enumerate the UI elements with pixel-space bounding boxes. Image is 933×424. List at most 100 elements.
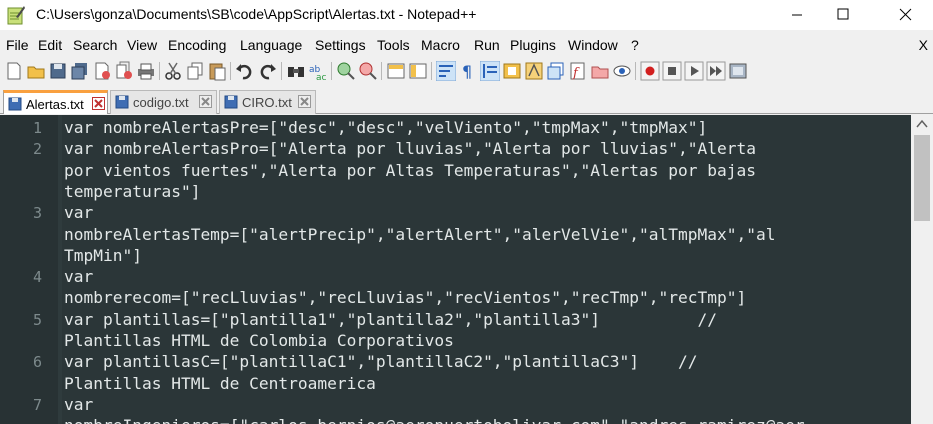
zoom-in-icon[interactable] <box>336 61 356 81</box>
stop-record-icon[interactable] <box>662 61 682 81</box>
tab-label: CIRO.txt <box>242 95 292 110</box>
toolbar-separator <box>381 62 382 80</box>
close-window-icon[interactable] <box>882 0 928 30</box>
code-line[interactable]: nombreAlertasTemp=["alertPrecip","alertA… <box>64 225 775 244</box>
doc-map-icon[interactable] <box>502 61 522 81</box>
toolbar-separator <box>431 62 432 80</box>
replace-icon[interactable]: abac <box>308 61 328 81</box>
toolbar-separator <box>281 62 282 80</box>
monitoring-icon[interactable]: f <box>568 61 588 81</box>
code-line[interactable]: temperaturas"] <box>64 182 200 201</box>
toolbar-separator <box>159 62 160 80</box>
print-icon[interactable] <box>136 61 156 81</box>
menu-run[interactable]: Run <box>474 37 500 53</box>
notepad-plus-plus-logo-icon <box>7 6 25 25</box>
undo-icon[interactable] <box>235 61 255 81</box>
tab-bar: Alertas.txt codigo.txt CIRO.txt <box>0 88 933 114</box>
menu-window[interactable]: Window <box>568 37 618 53</box>
fold-margin <box>58 115 62 424</box>
save-icon <box>115 95 129 109</box>
menu-tools[interactable]: Tools <box>377 37 410 53</box>
line-number: 4 <box>32 268 42 287</box>
save-icon[interactable] <box>48 61 68 81</box>
svg-text:¶: ¶ <box>462 62 472 81</box>
line-number: 3 <box>32 204 42 223</box>
close-tab-icon[interactable] <box>199 95 212 108</box>
close-all-icon[interactable] <box>114 61 134 81</box>
code-line[interactable]: var nombreAlertasPro=["Alerta por lluvia… <box>64 139 756 158</box>
scroll-up-icon[interactable] <box>916 119 928 129</box>
code-line[interactable]: var <box>64 395 93 414</box>
code-line[interactable]: por vientos fuertes","Alerta por Altas T… <box>64 161 756 180</box>
function-list-icon[interactable] <box>524 61 544 81</box>
record-macro-icon[interactable] <box>640 61 660 81</box>
save-all-icon[interactable] <box>70 61 90 81</box>
close-document-button[interactable]: X <box>919 37 928 53</box>
word-wrap-icon[interactable] <box>436 61 456 81</box>
new-file-icon[interactable] <box>4 61 24 81</box>
line-number: 1 <box>32 119 42 137</box>
toolbar-separator <box>331 62 332 80</box>
save-macro-icon[interactable] <box>728 61 748 81</box>
tab-alertas[interactable]: Alertas.txt <box>3 90 108 114</box>
eye-icon[interactable] <box>612 61 632 81</box>
svg-text:ac: ac <box>316 73 327 81</box>
tab-label: codigo.txt <box>133 95 189 110</box>
code-line[interactable]: nombreIngenieros=["carlos.bernios@aeropu… <box>64 416 805 424</box>
code-line[interactable]: Plantillas HTML de Centroamerica <box>64 374 376 393</box>
menu-macro[interactable]: Macro <box>421 37 460 53</box>
minimize-icon[interactable] <box>774 0 820 30</box>
copy-icon[interactable] <box>185 61 205 81</box>
code-line[interactable]: var <box>64 267 93 286</box>
open-file-icon[interactable] <box>26 61 46 81</box>
code-line[interactable]: var plantillas=["plantilla1","plantilla2… <box>64 310 717 329</box>
vertical-scrollbar[interactable] <box>911 115 933 424</box>
code-line[interactable]: nombrerecom=["recLluvias","recLluvias","… <box>64 288 746 307</box>
line-number-gutter: 1 2 3 4 5 6 7 <box>0 115 58 424</box>
line-number: 5 <box>32 310 42 329</box>
menu-plugins[interactable]: Plugins <box>510 37 556 53</box>
play-macro-icon[interactable] <box>684 61 704 81</box>
scrollbar-thumb[interactable] <box>914 135 930 221</box>
folder-workspace-icon[interactable] <box>546 61 566 81</box>
zoom-out-icon[interactable] <box>358 61 378 81</box>
menu-file[interactable]: File <box>6 37 29 53</box>
show-all-chars-icon[interactable]: ¶ <box>458 61 478 81</box>
indent-guide-icon[interactable] <box>480 61 500 81</box>
cut-icon[interactable] <box>163 61 183 81</box>
code-line[interactable]: var <box>64 203 93 222</box>
code-line[interactable]: TmpMin"] <box>64 246 142 265</box>
menu-edit[interactable]: Edit <box>38 37 62 53</box>
menu-encoding[interactable]: Encoding <box>168 37 226 53</box>
line-number: 6 <box>32 353 42 372</box>
close-tab-icon[interactable] <box>298 95 311 108</box>
line-number: 7 <box>32 395 42 414</box>
menu-search[interactable]: Search <box>73 37 117 53</box>
tab-codigo[interactable]: codigo.txt <box>110 90 217 114</box>
toolbar-separator <box>635 62 636 80</box>
close-icon[interactable] <box>92 61 112 81</box>
tab-label: Alertas.txt <box>26 97 84 112</box>
menu-language[interactable]: Language <box>240 37 302 53</box>
menu-view[interactable]: View <box>127 37 157 53</box>
code-line[interactable]: Plantillas HTML de Colombia Corporativos <box>64 331 454 350</box>
sync-vertical-icon[interactable] <box>386 61 406 81</box>
sync-horizontal-icon[interactable] <box>408 61 428 81</box>
close-tab-icon[interactable] <box>92 97 105 110</box>
line-number: 2 <box>32 140 42 159</box>
code-line[interactable]: var nombreAlertasPre=["desc","desc","vel… <box>64 118 707 137</box>
paste-icon[interactable] <box>207 61 227 81</box>
menu-help[interactable]: ? <box>631 37 639 53</box>
save-icon <box>224 95 238 109</box>
redo-icon[interactable] <box>257 61 277 81</box>
code-line[interactable]: var plantillasC=["plantillaC1","plantill… <box>64 352 697 371</box>
find-icon[interactable] <box>286 61 306 81</box>
tab-ciro[interactable]: CIRO.txt <box>219 90 316 114</box>
menu-settings[interactable]: Settings <box>315 37 366 53</box>
toolbar: ab ac ¶ f <box>0 58 933 84</box>
maximize-icon[interactable] <box>820 0 866 30</box>
doc-switcher-icon[interactable] <box>590 61 610 81</box>
editor-area[interactable]: 1 2 3 4 5 6 7 var nombreAlertasPre=["desc","de… <box>0 115 911 424</box>
title-bar: C:\Users\gonza\Documents\SB\code\AppScri… <box>0 0 933 30</box>
run-macro-multiple-icon[interactable] <box>706 61 726 81</box>
